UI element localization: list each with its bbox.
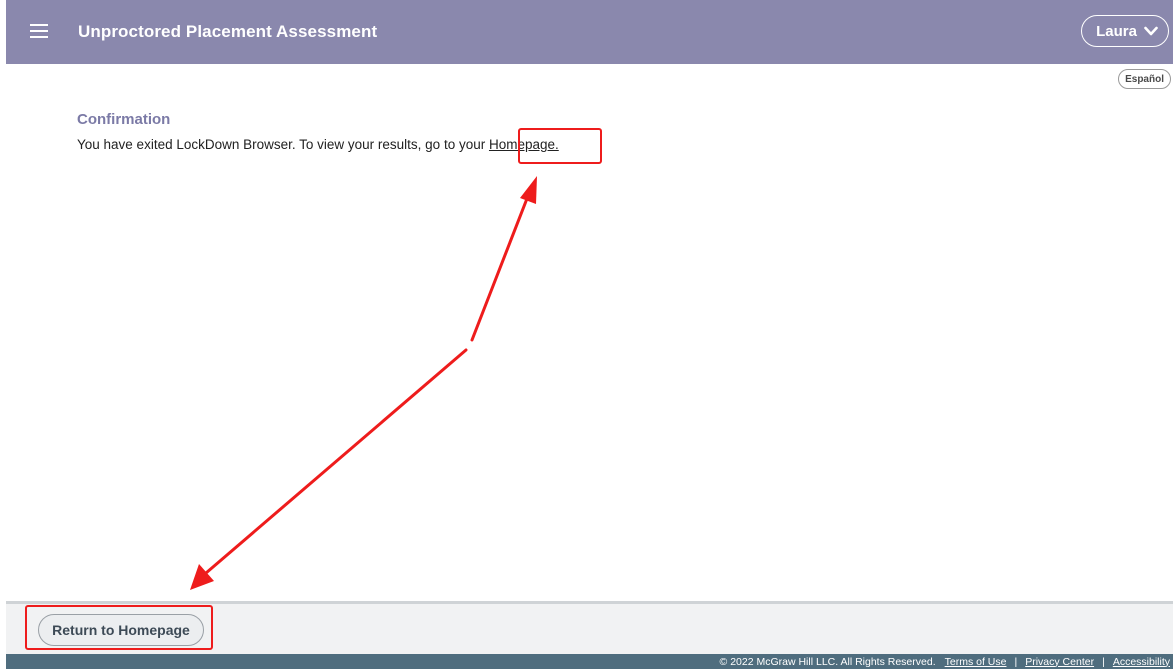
annotation-highlight-link xyxy=(518,128,602,164)
hamburger-menu-icon xyxy=(30,24,48,38)
user-menu-button[interactable]: Laura xyxy=(1081,15,1169,47)
copyright-text: © 2022 McGraw Hill LLC. All Rights Reser… xyxy=(719,655,936,668)
language-toggle-button[interactable]: Español xyxy=(1118,69,1171,89)
annotation-arrowhead-up xyxy=(520,176,537,204)
top-header-bar: Unproctored Placement Assessment Laura xyxy=(6,0,1173,64)
annotation-arrowhead-down xyxy=(190,564,214,590)
page: Unproctored Placement Assessment Laura E… xyxy=(0,0,1173,669)
left-edge xyxy=(0,0,6,669)
annotation-arrows xyxy=(190,176,537,590)
confirmation-heading: Confirmation xyxy=(77,111,171,128)
accessibility-link[interactable]: Accessibility xyxy=(1113,656,1170,668)
hamburger-menu-button[interactable] xyxy=(24,16,54,46)
page-title: Unproctored Placement Assessment xyxy=(78,22,378,41)
legal-footer: © 2022 McGraw Hill LLC. All Rights Reser… xyxy=(6,654,1173,669)
footer-separator: | xyxy=(1102,655,1105,668)
confirmation-message: You have exited LockDown Browser. To vie… xyxy=(77,137,559,152)
confirmation-message-text: You have exited LockDown Browser. To vie… xyxy=(77,137,489,152)
privacy-center-link[interactable]: Privacy Center xyxy=(1025,656,1094,668)
footer-separator: | xyxy=(1014,655,1018,668)
terms-of-use-link[interactable]: Terms of Use xyxy=(945,656,1007,668)
annotation-arrow-up xyxy=(470,194,530,342)
annotation-highlight-button xyxy=(25,605,213,650)
annotation-arrow-down xyxy=(204,348,468,575)
user-name: Laura xyxy=(1096,22,1137,40)
chevron-down-icon xyxy=(1144,26,1158,36)
